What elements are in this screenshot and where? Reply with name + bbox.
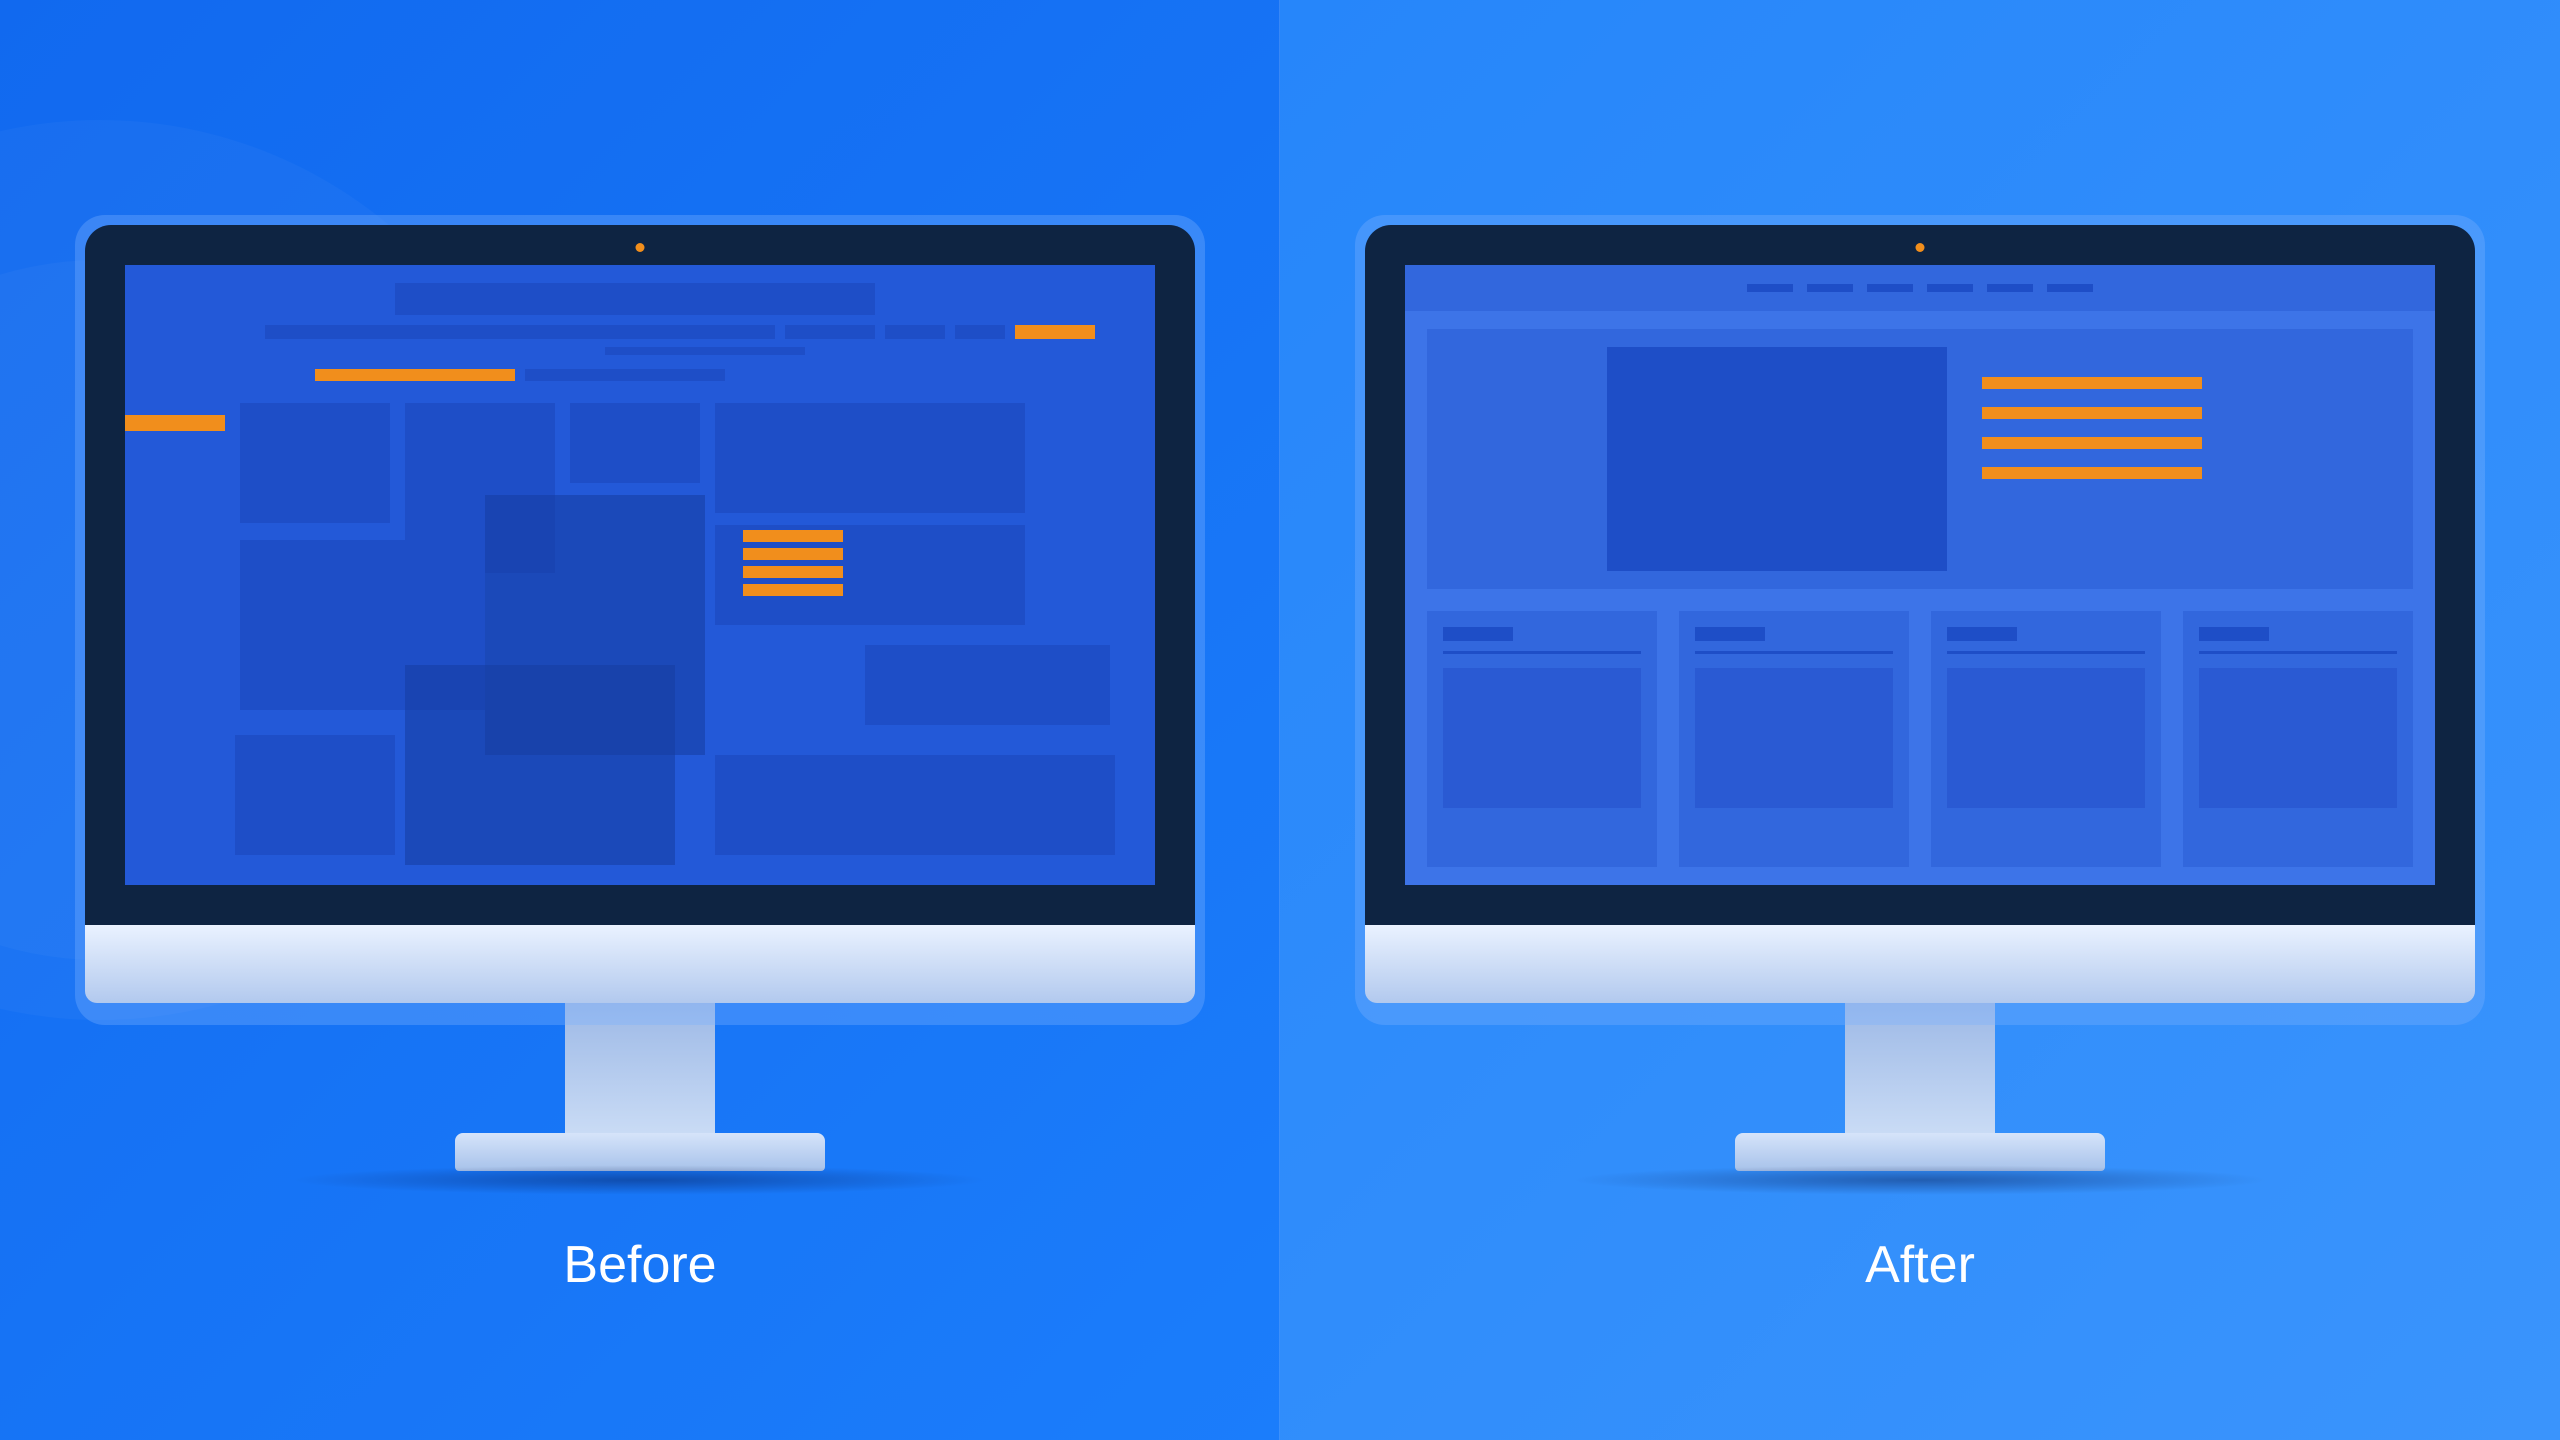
card-title-block [1947, 627, 2017, 641]
monitor-before [85, 225, 1195, 1195]
wireframe-block [955, 325, 1005, 339]
screen-after [1405, 265, 2435, 885]
nav-item [1867, 284, 1913, 292]
before-panel: Before [0, 0, 1280, 1440]
hero-text-line [1982, 467, 2202, 479]
monitor-chin [1365, 925, 2475, 1003]
content-card [2183, 611, 2413, 867]
wireframe-highlight [1015, 325, 1095, 339]
nav-item [1927, 284, 1973, 292]
monitor-chin [85, 925, 1195, 1003]
wireframe-highlight [315, 369, 515, 381]
monitor-after [1365, 225, 2475, 1195]
content-card [1679, 611, 1909, 867]
camera-icon [1916, 243, 1925, 252]
nav-item [1747, 284, 1793, 292]
card-rule [2199, 651, 2397, 654]
wireframe-block [605, 347, 805, 355]
wireframe-block [715, 755, 1115, 855]
screen-before [125, 265, 1155, 885]
monitor-frame [1365, 225, 2475, 925]
before-label: Before [563, 1235, 716, 1295]
cards-row [1427, 611, 2413, 867]
wireframe-block [240, 403, 390, 523]
wireframe-highlight [743, 548, 843, 560]
card-title-block [2199, 627, 2269, 641]
wireframe-overlay [405, 665, 675, 865]
card-body-block [2199, 668, 2397, 808]
wireframe-block [785, 325, 875, 339]
card-title-block [1695, 627, 1765, 641]
hero-text-line [1982, 437, 2202, 449]
content-card [1931, 611, 2161, 867]
nav-item [1807, 284, 1853, 292]
hero-section [1427, 329, 2413, 589]
hero-text-line [1982, 407, 2202, 419]
after-label: After [1865, 1235, 1975, 1295]
card-body-block [1695, 668, 1893, 808]
nav-item [1987, 284, 2033, 292]
wireframe-block [525, 369, 725, 381]
content-card [1427, 611, 1657, 867]
monitor-shadow [290, 1165, 990, 1195]
monitor-frame [85, 225, 1195, 925]
wireframe-block [715, 403, 1025, 513]
wireframe-block [865, 645, 1110, 725]
card-body-block [1947, 668, 2145, 808]
card-title-block [1443, 627, 1513, 641]
nav-item [2047, 284, 2093, 292]
wireframe-block [570, 403, 700, 483]
card-rule [1947, 651, 2145, 654]
after-panel: After [1280, 0, 2560, 1440]
top-nav [1405, 265, 2435, 311]
hero-text-line [1982, 377, 2202, 389]
wireframe-highlight [743, 530, 843, 542]
wireframe-block [235, 735, 395, 855]
hero-image-block [1607, 347, 1947, 571]
card-rule [1443, 651, 1641, 654]
wireframe-highlight [743, 566, 843, 578]
camera-icon [636, 243, 645, 252]
card-body-block [1443, 668, 1641, 808]
wireframe-highlight [125, 415, 225, 431]
wireframe-block [395, 283, 875, 315]
monitor-shadow [1570, 1165, 2270, 1195]
wireframe-highlight [743, 584, 843, 596]
wireframe-block [265, 325, 775, 339]
card-rule [1695, 651, 1893, 654]
wireframe-block [885, 325, 945, 339]
